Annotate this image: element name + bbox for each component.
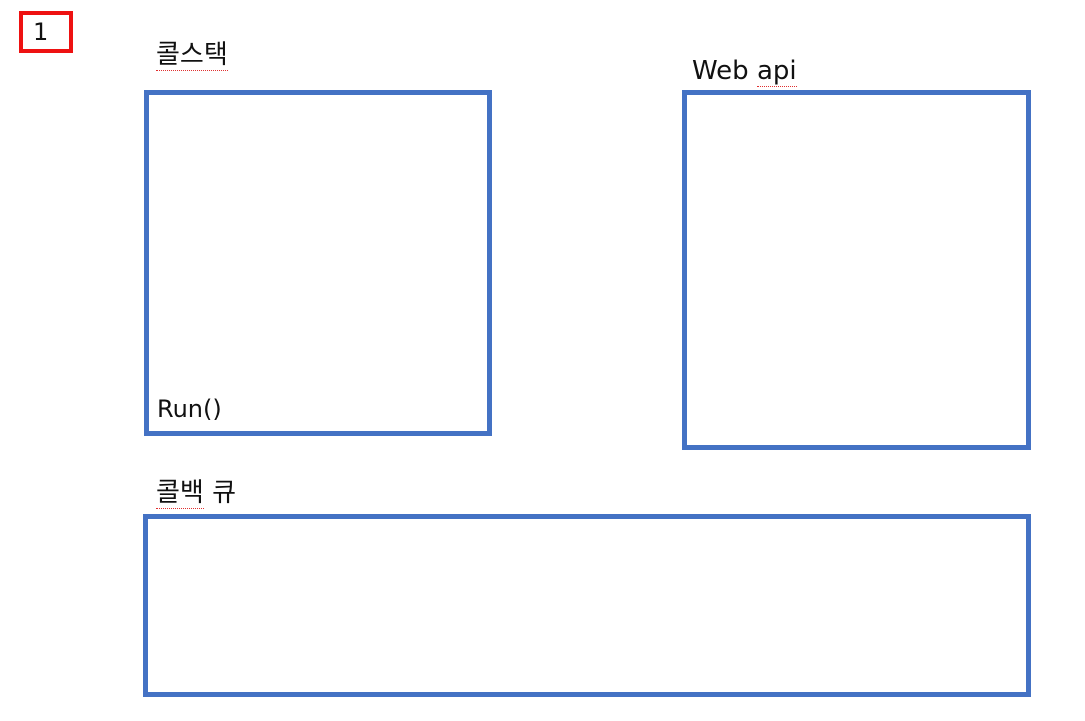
- callback-queue-label-word2: 큐: [212, 478, 237, 508]
- call-stack-label-text: 콜스택: [156, 40, 228, 71]
- callback-queue-label: 콜백 큐: [156, 478, 237, 509]
- web-api-label-word2: api: [756, 56, 797, 87]
- call-stack-box: Run(): [144, 90, 492, 436]
- call-stack-item: Run(): [157, 395, 222, 423]
- callback-queue-label-word1: 콜백: [156, 478, 204, 509]
- callback-queue-box: [143, 514, 1031, 697]
- step-number: 1: [33, 18, 49, 46]
- step-number-badge: 1: [19, 11, 73, 53]
- web-api-label: Web api: [692, 56, 797, 87]
- call-stack-label: 콜스택: [156, 40, 228, 71]
- web-api-box: [682, 90, 1031, 450]
- web-api-label-word1: Web: [692, 56, 749, 86]
